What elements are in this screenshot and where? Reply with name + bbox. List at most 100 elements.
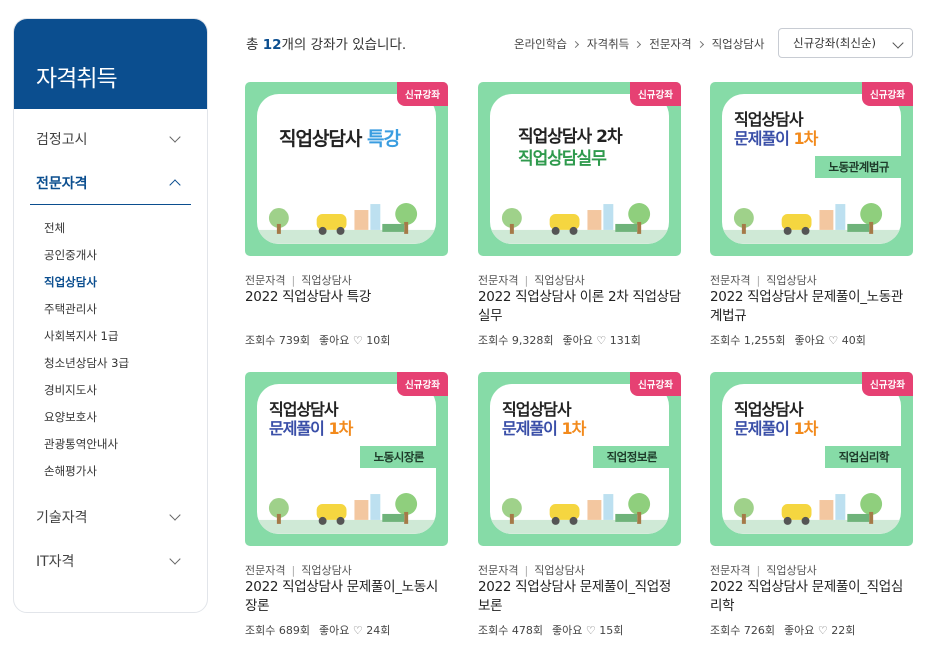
sidebar-category-gisul[interactable]: 기술자격 [30,495,191,539]
sidebar-subitem[interactable]: 공인중개사 [44,242,191,269]
views-count: 739회 [278,334,310,347]
views-label: 조회수 [710,334,741,347]
thumbnail-title-sub: 문제풀이 1차 [502,415,586,439]
sidebar-subitem[interactable]: 경비지도사 [44,377,191,404]
thumbnail-title-sub: 문제풀이 1차 [734,125,818,149]
sidebar-subitem[interactable]: 청소년상담사 3급 [44,350,191,377]
sidebar-subitem[interactable]: 손해평가사 [44,458,191,485]
heart-icon: ♡ [352,624,363,637]
count-prefix: 총 [246,37,263,53]
course-stats: 조회수 739회 좋아요 ♡ 10회 [245,332,390,348]
breadcrumb: 온라인학습 자격취득 전문자격 직업상담사 [514,36,764,52]
thumbnail-title-sub: 문제풀이 1차 [269,415,353,439]
thumbnail-ribbon: 노동관계법규 [814,156,901,178]
sidebar: 자격취득 검정고시 전문자격 전체 공인중개사 직업상담사 주택관리사 사회복지… [13,18,208,613]
course-card[interactable]: 신규강좌 직업상담사 문제풀이 1차 직업정보론 전문자격 | 직업상담사 2022… [478,372,681,637]
sidebar-category-geomjeong[interactable]: 검정고시 [30,117,191,161]
course-card[interactable]: 신규강좌 직업상담사 특강 전문자격 | 직업상담사 2022 직업상담사 특강 조… [245,82,448,347]
illustration-scene-icon [722,203,901,244]
subcategory-label: 직업상담사 [766,564,817,577]
sidebar-subitem-active[interactable]: 직업상담사 [44,269,191,296]
likes-label: 좋아요 [319,624,350,637]
chevron-right-icon [696,40,704,48]
thumbnail-title-accent: 특강 [367,128,401,150]
likes-label: 좋아요 [562,334,593,347]
count-value: 12 [262,37,282,53]
thumbnail-title-sub-a: 문제풀이 [734,419,790,438]
course-count: 총 12개의 강좌가 있습니다. [246,33,406,53]
course-stats: 조회수 726회 좋아요 ♡ 22회 [710,622,855,638]
thumbnail-title-sub-a: 문제풀이 [502,419,558,438]
sidebar-subitem[interactable]: 요양보호사 [44,404,191,431]
course-card[interactable]: 신규강좌 직업상담사 문제풀이 1차 노동시장론 전문자격 | 직업상담사 2022… [245,372,448,637]
heart-icon: ♡ [828,334,839,347]
course-thumbnail[interactable]: 신규강좌 직업상담사 문제풀이 1차 노동시장론 [245,372,448,546]
illustration-scene-icon [257,493,436,534]
thumbnail-title-sub-b: 1차 [561,419,586,438]
likes-label: 좋아요 [794,334,825,347]
sidebar-category-it[interactable]: IT자격 [30,539,191,583]
count-suffix: 개의 강좌가 있습니다. [281,37,407,53]
thumbnail-title-sub-a: 문제풀이 [269,419,325,438]
heart-icon: ♡ [585,624,596,637]
course-card[interactable]: 신규강좌 직업상담사 문제풀이 1차 노동관계법규 전문자격 | 직업상담사 202… [710,82,913,347]
course-thumbnail[interactable]: 신규강좌 직업상담사 문제풀이 1차 직업정보론 [478,372,681,546]
thumbnail-ribbon: 직업정보론 [592,446,669,468]
subcategory-label: 직업상담사 [766,274,817,287]
sidebar-category-label: 전문자격 [36,175,88,192]
thumbnail-title-sub-b: 1차 [793,419,818,438]
new-course-badge: 신규강좌 [397,372,448,396]
course-title[interactable]: 2022 직업상담사 문제풀이_직업심리학 [710,578,915,616]
breadcrumb-item[interactable]: 전문자격 [649,36,691,52]
likes-label: 좋아요 [552,624,583,637]
course-card[interactable]: 신규강좌 직업상담사 2차 직업상담실무 전문자격 | 직업상담사 2022 직업상… [478,82,681,347]
sidebar-nav: 검정고시 전문자격 전체 공인중개사 직업상담사 주택관리사 사회복지사 1급 … [14,117,207,583]
course-title[interactable]: 2022 직업상담사 문제풀이_직업정보론 [478,578,683,616]
course-stats: 조회수 478회 좋아요 ♡ 15회 [478,622,623,638]
course-thumbnail[interactable]: 신규강좌 직업상담사 문제풀이 1차 직업심리학 [710,372,913,546]
divider: | [291,274,296,287]
course-title[interactable]: 2022 직업상담사 문제풀이_노동시장론 [245,578,450,616]
course-title[interactable]: 2022 직업상담사 특강 [245,288,450,307]
course-category: 전문자격 | 직업상담사 [478,562,585,578]
new-course-badge: 신규강좌 [630,372,681,396]
course-card[interactable]: 신규강좌 직업상담사 문제풀이 1차 직업심리학 전문자격 | 직업상담사 2022… [710,372,913,637]
course-thumbnail[interactable]: 신규강좌 직업상담사 2차 직업상담실무 [478,82,681,256]
course-category: 전문자격 | 직업상담사 [710,562,817,578]
sidebar-category-label: 기술자격 [36,510,88,526]
breadcrumb-item-current: 직업상담사 [711,37,765,51]
breadcrumb-item[interactable]: 온라인학습 [514,36,567,52]
course-thumbnail[interactable]: 신규강좌 직업상담사 문제풀이 1차 노동관계법규 [710,82,913,256]
heart-icon: ♡ [596,334,607,347]
thumbnail-title: 직업상담사 특강 [279,124,401,151]
sidebar-category-jeonmun[interactable]: 전문자격 [30,161,191,205]
course-category: 전문자격 | 직업상담사 [245,562,352,578]
chevron-down-icon [169,553,181,565]
views-count: 726회 [743,624,775,637]
breadcrumb-item[interactable]: 자격취득 [587,36,629,52]
sidebar-subnav: 전체 공인중개사 직업상담사 주택관리사 사회복지사 1급 청소년상담사 3급 … [30,205,191,495]
thumbnail-title-sub-b: 1차 [793,129,818,148]
sidebar-subitem[interactable]: 관광통역안내사 [44,431,191,458]
course-title[interactable]: 2022 직업상담사 이론 2차 직업상담실무 [478,288,683,326]
course-category: 전문자격 | 직업상담사 [710,272,817,288]
likes-label: 좋아요 [784,624,815,637]
views-label: 조회수 [478,334,509,347]
course-stats: 조회수 689회 좋아요 ♡ 24회 [245,622,390,638]
heart-icon: ♡ [352,334,363,347]
sidebar-subitem[interactable]: 사회복지사 1급 [44,323,191,350]
chevron-down-icon [169,509,181,521]
heart-icon: ♡ [817,624,828,637]
likes-label: 좋아요 [319,334,350,347]
sort-select[interactable]: 신규강좌(최신순) [778,28,913,58]
category-label: 전문자격 [710,274,751,287]
thumbnail-panel: 직업상담사 문제풀이 1차 직업심리학 [722,384,901,534]
likes-count: 22회 [831,624,856,637]
sidebar-subitem-all[interactable]: 전체 [44,215,191,242]
thumbnail-title-sub-b: 1차 [328,419,353,438]
sidebar-subitem[interactable]: 주택관리사 [44,296,191,323]
course-stats: 조회수 9,328회 좋아요 ♡ 131회 [478,332,641,348]
course-category: 전문자격 | 직업상담사 [245,272,352,288]
course-title[interactable]: 2022 직업상담사 문제풀이_노동관계법규 [710,288,915,326]
course-thumbnail[interactable]: 신규강좌 직업상담사 특강 [245,82,448,256]
